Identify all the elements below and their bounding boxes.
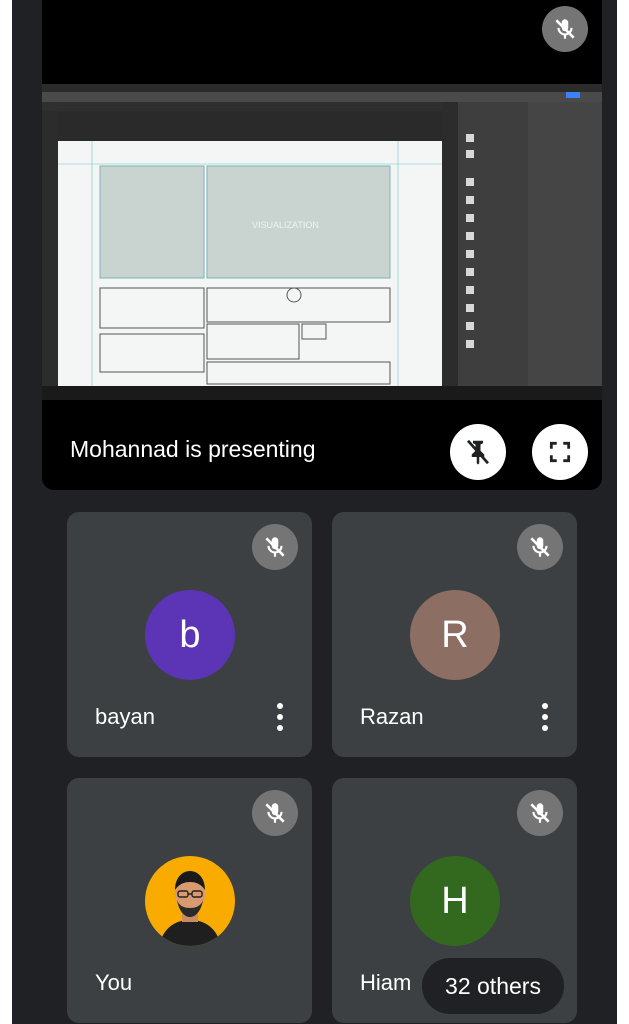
- more-options-button[interactable]: [535, 700, 555, 734]
- mic-off-icon: [555, 19, 575, 39]
- mic-off-icon: [265, 537, 285, 557]
- mic-off-badge: [252, 790, 298, 836]
- avatar-photo: [145, 856, 235, 946]
- more-vert-icon: [542, 702, 548, 709]
- fullscreen-icon: [549, 441, 571, 463]
- person-photo-icon: [159, 871, 221, 946]
- shared-screen-heading: VISUALIZATION: [252, 220, 319, 230]
- avatar: H: [410, 856, 500, 946]
- mic-off-badge: [517, 790, 563, 836]
- mic-off-icon: [265, 803, 285, 823]
- others-count-button[interactable]: 32 others: [422, 958, 564, 1014]
- participant-name: Razan: [360, 704, 424, 729]
- avatar-letter: H: [441, 879, 469, 922]
- participant-tile-you[interactable]: You: [67, 778, 312, 1023]
- participant-name: bayan: [95, 704, 155, 729]
- mic-off-badge: [252, 524, 298, 570]
- shared-screen-content: VISUALIZATION: [42, 84, 602, 400]
- presentation-card[interactable]: VISUALIZATION Mohannad is presenting: [42, 0, 602, 490]
- avatar: b: [145, 590, 235, 680]
- participant-tile-bayan[interactable]: b bayan: [67, 512, 312, 757]
- unpin-icon: [466, 439, 490, 465]
- avatar-letter: R: [441, 613, 469, 656]
- more-options-button[interactable]: [270, 700, 290, 734]
- presenting-status: Mohannad is presenting: [70, 436, 316, 462]
- unpin-button[interactable]: [450, 424, 506, 480]
- presenter-mic-off-badge: [542, 6, 588, 52]
- shared-screen[interactable]: VISUALIZATION: [42, 84, 602, 400]
- fullscreen-button[interactable]: [532, 424, 588, 480]
- mic-off-icon: [530, 803, 550, 823]
- participant-tile-razan[interactable]: R Razan: [332, 512, 577, 757]
- participant-name: Hiam: [360, 970, 412, 995]
- avatar-letter: b: [179, 613, 201, 656]
- mic-off-icon: [530, 537, 550, 557]
- more-vert-icon: [277, 702, 283, 709]
- participant-name: You: [95, 970, 133, 995]
- avatar: R: [410, 590, 500, 680]
- mic-off-badge: [517, 524, 563, 570]
